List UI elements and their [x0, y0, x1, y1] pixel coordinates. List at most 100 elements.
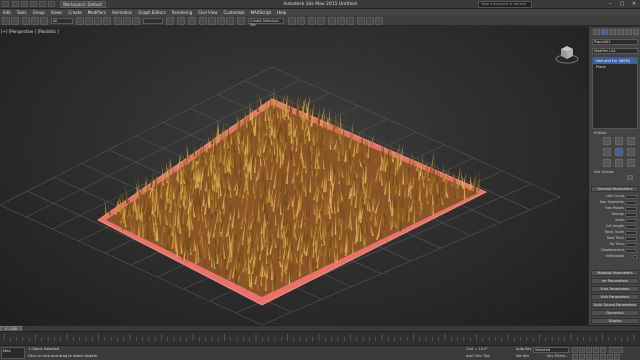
graphite-ribbon-icon[interactable] — [317, 17, 325, 25]
pan-view-icon[interactable] — [600, 354, 606, 360]
angle-snap-icon[interactable] — [208, 17, 216, 25]
spinner-snap-icon[interactable] — [226, 17, 234, 25]
utility-button-6[interactable] — [627, 148, 635, 156]
maximize-viewport-icon[interactable] — [614, 354, 620, 360]
edit-named-selection-icon[interactable] — [237, 17, 245, 25]
layer-explorer-icon[interactable] — [308, 17, 316, 25]
menu-edit[interactable]: Edit — [3, 9, 11, 16]
undo-icon[interactable] — [2, 17, 10, 25]
maximize-button[interactable]: □ — [616, 0, 628, 9]
material-parameters-rollout[interactable]: Material Parameters — [591, 270, 639, 276]
rand-scale-spinner[interactable] — [625, 230, 637, 235]
window-crossing-icon[interactable] — [103, 17, 111, 25]
zoom-icon[interactable] — [572, 354, 578, 360]
goto-start-icon[interactable] — [572, 347, 578, 353]
utility-button-2[interactable] — [615, 137, 623, 145]
link-icon[interactable] — [22, 17, 30, 25]
menu-animation[interactable]: Animation — [112, 9, 132, 16]
stack-item-plane[interactable]: Plane — [593, 64, 637, 70]
redo-icon[interactable] — [11, 17, 19, 25]
view-cube-icon[interactable] — [555, 46, 579, 64]
current-frame-field[interactable] — [609, 347, 623, 353]
menu-help[interactable]: Help — [277, 9, 286, 16]
auto-key-button[interactable]: Auto Key — [516, 347, 532, 351]
cut-length-spinner[interactable] — [625, 224, 637, 229]
dynamics-rollout[interactable]: Dynamics — [591, 310, 639, 316]
minimize-button[interactable]: – — [604, 0, 616, 9]
select-manipulate-icon[interactable] — [177, 17, 185, 25]
render-production-icon[interactable] — [375, 17, 383, 25]
general-parameters-rollout[interactable]: General Parameters — [591, 186, 639, 192]
utility-button-8[interactable] — [615, 159, 623, 167]
utility-button-9[interactable] — [627, 159, 635, 167]
select-object-icon[interactable] — [76, 17, 84, 25]
render-setup-icon[interactable] — [357, 17, 365, 25]
selection-region-icon[interactable] — [94, 17, 102, 25]
utilities-tab-icon[interactable] — [633, 29, 639, 35]
display-tab-icon[interactable] — [625, 29, 632, 35]
interpolate-checkbox[interactable] — [633, 254, 637, 259]
utility-button-4[interactable] — [603, 148, 611, 156]
reference-coordinate-dropdown[interactable] — [143, 18, 163, 24]
create-tab-icon[interactable] — [593, 29, 600, 35]
density-spinner[interactable] — [625, 212, 637, 217]
root-thick-spinner[interactable] — [625, 236, 637, 241]
track-bar[interactable] — [0, 331, 640, 345]
field-of-view-icon[interactable] — [593, 354, 599, 360]
scale-icon[interactable] — [132, 17, 140, 25]
zoom-all-icon[interactable] — [579, 354, 585, 360]
rotate-icon[interactable] — [123, 17, 131, 25]
unlink-icon[interactable] — [31, 17, 39, 25]
bind-space-warp-icon[interactable] — [40, 17, 48, 25]
next-frame-icon[interactable] — [593, 347, 599, 353]
menu-civil-view[interactable]: Civil View — [198, 9, 217, 16]
key-mode-dropdown[interactable]: Selected — [533, 346, 569, 353]
pivot-center-icon[interactable] — [166, 17, 174, 25]
menu-tools[interactable]: Tools — [17, 9, 27, 16]
modifier-stack[interactable]: Hair and Fur (WSM) Plane — [592, 57, 638, 129]
utility-button-1[interactable] — [603, 137, 611, 145]
tip-thick-spinner[interactable] — [625, 242, 637, 247]
menu-modifiers[interactable]: Modifiers — [88, 9, 106, 16]
material-editor-icon[interactable] — [346, 17, 354, 25]
utility-button-7[interactable] — [603, 159, 611, 167]
search-input[interactable]: Type a keyword or phrase — [478, 1, 532, 8]
menu-views[interactable]: Views — [51, 9, 63, 16]
mr-parameters-rollout[interactable]: mr Parameters — [591, 278, 639, 284]
scale-spinner[interactable] — [625, 218, 637, 223]
menu-graph-editors[interactable]: Graph Editors — [138, 9, 165, 16]
curve-editor-icon[interactable] — [328, 17, 336, 25]
utility-button-3[interactable] — [627, 137, 635, 145]
maxscript-listener[interactable]: MAX — [1, 347, 25, 359]
add-time-tag[interactable]: Add Time Tag — [466, 354, 490, 358]
align-icon[interactable] — [297, 17, 305, 25]
close-button[interactable]: ✕ — [628, 0, 640, 9]
mirror-icon[interactable] — [288, 17, 296, 25]
keyboard-shortcut-icon[interactable] — [188, 17, 196, 25]
hierarchy-tab-icon[interactable] — [609, 29, 616, 35]
menu-maxscript[interactable]: MAXScript — [251, 9, 272, 16]
kink-parameters-rollout[interactable]: Kink Parameters — [591, 294, 639, 300]
named-selection-dropdown[interactable]: Create Selection Set — [248, 18, 284, 27]
perspective-viewport[interactable]: [+] [Perspective ] [Realistic ] — [0, 27, 588, 325]
multi-strand-parameters-rollout[interactable]: Multi Strand Parameters — [591, 302, 639, 308]
modifier-list-dropdown[interactable]: Modifier List — [592, 48, 638, 54]
zoom-extents-icon[interactable] — [586, 354, 592, 360]
orbit-icon[interactable] — [607, 354, 613, 360]
hair-count-spinner[interactable] — [625, 194, 637, 199]
key-filters-button[interactable]: Key Filters... — [547, 354, 568, 358]
displacement-spinner[interactable] — [625, 248, 637, 253]
set-key-button[interactable]: Set Key — [516, 354, 529, 358]
snaps-toggle-icon[interactable] — [199, 17, 207, 25]
frizz-parameters-rollout[interactable]: Frizz Parameters — [591, 286, 639, 292]
move-icon[interactable] — [114, 17, 122, 25]
motion-tab-icon[interactable] — [617, 29, 624, 35]
hair-passes-spinner[interactable] — [625, 206, 637, 211]
previous-frame-icon[interactable] — [579, 347, 585, 353]
viewport-label[interactable]: [+] [Perspective ] [Realistic ] — [1, 29, 59, 34]
rendered-frame-window-icon[interactable] — [366, 17, 374, 25]
menu-create[interactable]: Create — [68, 9, 81, 16]
select-by-name-icon[interactable] — [85, 17, 93, 25]
hair-group-button[interactable] — [627, 175, 633, 180]
goto-end-icon[interactable] — [600, 347, 606, 353]
